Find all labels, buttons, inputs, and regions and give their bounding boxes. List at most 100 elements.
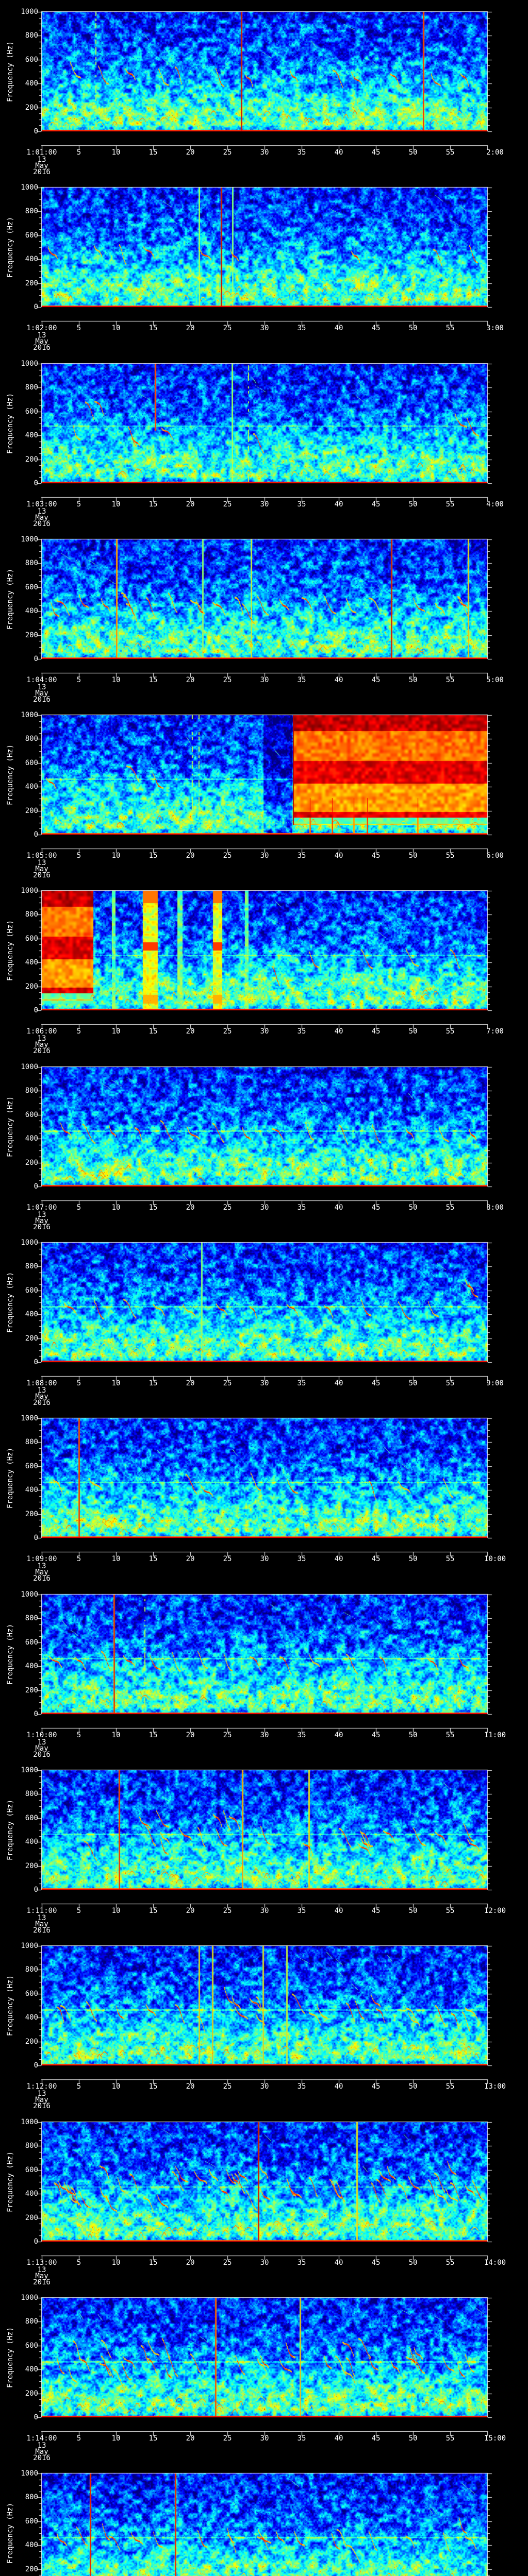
x-tick-label: 50 bbox=[408, 1027, 418, 1036]
x-tick-label: 15 bbox=[148, 1731, 158, 1739]
x-tick-label: 55 bbox=[446, 500, 455, 509]
x-tick-label: 40 bbox=[334, 1204, 343, 1212]
x-tick-label: 15 bbox=[148, 2434, 158, 2443]
x-end-time-label: 14:00 bbox=[484, 2259, 506, 2267]
x-tick-label: 40 bbox=[334, 500, 343, 509]
x-tick-label: 30 bbox=[260, 1379, 269, 1387]
x-tick-label: 30 bbox=[260, 2259, 269, 2267]
y-axis-title: Frequency (Hz) bbox=[6, 568, 14, 630]
y-tick-label: 400 bbox=[25, 2190, 38, 2198]
date-line: 2016 bbox=[33, 2454, 51, 2462]
x-tick-label: 50 bbox=[408, 148, 418, 157]
date-line: 2016 bbox=[33, 1223, 51, 1231]
x-tick-label: 25 bbox=[223, 148, 232, 157]
x-tick-label: 20 bbox=[186, 2082, 195, 2091]
y-tick-label: 400 bbox=[25, 783, 38, 791]
y-tick-label: 600 bbox=[25, 2342, 38, 2350]
x-end-time-label: 8:00 bbox=[486, 1204, 504, 1212]
y-tick-label: 0 bbox=[34, 127, 38, 135]
y-tick-label: 200 bbox=[25, 455, 38, 464]
y-axis-title: Frequency (Hz) bbox=[6, 393, 14, 454]
y-tick-label: 1000 bbox=[21, 1942, 38, 1950]
x-start-time-label: 1:04:00 bbox=[26, 676, 57, 684]
y-tick-label: 0 bbox=[34, 303, 38, 311]
y-tick-label: 200 bbox=[25, 2389, 38, 2398]
x-tick-label: 35 bbox=[297, 852, 306, 860]
x-tick-label: 25 bbox=[223, 2434, 232, 2443]
spectrogram-panel: Frequency (Hz) 1000 800 600 400 200 0 1:01:00 5 1… bbox=[0, 0, 528, 176]
y-tick-label: 600 bbox=[25, 2166, 38, 2174]
x-start-time-label: 1:12:00 bbox=[26, 2082, 57, 2091]
x-tick-label: 40 bbox=[334, 1379, 343, 1387]
x-tick-label: 5 bbox=[76, 1204, 81, 1212]
x-tick-label: 25 bbox=[223, 2259, 232, 2267]
y-tick-label: 0 bbox=[34, 831, 38, 839]
x-tick-label: 40 bbox=[334, 2259, 343, 2267]
x-tick-label: 40 bbox=[334, 852, 343, 860]
x-tick-label: 50 bbox=[408, 1379, 418, 1387]
y-tick-label: 800 bbox=[25, 207, 38, 215]
spectrogram-panel: Frequency (Hz) 1000 800 600 400 200 0 1:06:00 5 1… bbox=[0, 879, 528, 1055]
spectrogram-panel: Frequency (Hz) 1000 800 600 400 200 0 1:04:00 5 1… bbox=[0, 528, 528, 703]
x-tick-label: 20 bbox=[186, 1555, 195, 1563]
x-tick-label: 30 bbox=[260, 500, 269, 509]
x-tick-label: 15 bbox=[148, 1379, 158, 1387]
y-tick-label: 0 bbox=[34, 655, 38, 663]
x-tick-label: 40 bbox=[334, 676, 343, 684]
x-start-time-label: 1:14:00 bbox=[26, 2434, 57, 2443]
x-tick-label: 45 bbox=[371, 1907, 381, 1915]
y-tick-label: 0 bbox=[34, 2238, 38, 2246]
spectrogram-panel: Frequency (Hz) 1000 800 600 400 200 0 1:03:00 5 1… bbox=[0, 352, 528, 528]
x-tick-label: 15 bbox=[148, 500, 158, 509]
x-tick-label: 5 bbox=[76, 1731, 81, 1739]
y-tick-label: 1000 bbox=[21, 1766, 38, 1774]
x-tick-label: 20 bbox=[186, 324, 195, 332]
x-tick-label: 35 bbox=[297, 500, 306, 509]
date-line: 2016 bbox=[33, 344, 51, 352]
x-end-time-label: 3:00 bbox=[486, 324, 504, 332]
x-tick-label: 30 bbox=[260, 324, 269, 332]
y-tick-label: 200 bbox=[25, 807, 38, 815]
x-tick-label: 50 bbox=[408, 1555, 418, 1563]
y-tick-label: 1000 bbox=[21, 887, 38, 895]
x-end-time-label: 6:00 bbox=[486, 852, 504, 860]
x-tick-label: 40 bbox=[334, 148, 343, 157]
x-tick-label: 45 bbox=[371, 852, 381, 860]
date-line: 2016 bbox=[33, 696, 51, 704]
x-start-time-label: 1:06:00 bbox=[26, 1027, 57, 1036]
x-tick-label: 30 bbox=[260, 852, 269, 860]
x-tick-label: 45 bbox=[371, 1027, 381, 1036]
x-tick-label: 40 bbox=[334, 1027, 343, 1036]
y-tick-label: 400 bbox=[25, 1310, 38, 1318]
x-tick-label: 45 bbox=[371, 1379, 381, 1387]
y-tick-label: 400 bbox=[25, 958, 38, 967]
x-start-time-label: 1:13:00 bbox=[26, 2259, 57, 2267]
x-tick-label: 10 bbox=[111, 2434, 121, 2443]
x-end-time-label: 12:00 bbox=[484, 1907, 506, 1915]
x-start-time-label: 1:10:00 bbox=[26, 1731, 57, 1739]
x-tick-label: 20 bbox=[186, 1907, 195, 1915]
x-tick-label: 30 bbox=[260, 1027, 269, 1036]
x-tick-label: 5 bbox=[76, 852, 81, 860]
x-tick-label: 40 bbox=[334, 1731, 343, 1739]
x-tick-label: 25 bbox=[223, 1027, 232, 1036]
x-tick-label: 55 bbox=[446, 148, 455, 157]
x-tick-label: 10 bbox=[111, 1027, 121, 1036]
x-tick-label: 55 bbox=[446, 1027, 455, 1036]
y-axis-title: Frequency (Hz) bbox=[6, 2327, 14, 2388]
date-line: 2016 bbox=[33, 168, 51, 176]
x-tick-label: 20 bbox=[186, 500, 195, 509]
x-tick-label: 35 bbox=[297, 2434, 306, 2443]
x-tick-label: 45 bbox=[371, 2259, 381, 2267]
spectrogram-panel: Frequency (Hz)100080060040020001:15:0051… bbox=[0, 2462, 528, 2576]
y-tick-label: 1000 bbox=[21, 1414, 38, 1422]
x-start-time-label: 1:05:00 bbox=[26, 852, 57, 860]
x-tick-label: 15 bbox=[148, 1204, 158, 1212]
y-tick-label: 800 bbox=[25, 1087, 38, 1095]
x-tick-label: 5 bbox=[76, 148, 81, 157]
y-tick-label: 400 bbox=[25, 79, 38, 88]
x-tick-label: 10 bbox=[111, 1731, 121, 1739]
y-tick-label: 600 bbox=[25, 2517, 38, 2526]
x-tick-label: 5 bbox=[76, 1555, 81, 1563]
y-tick-label: 200 bbox=[25, 2214, 38, 2222]
